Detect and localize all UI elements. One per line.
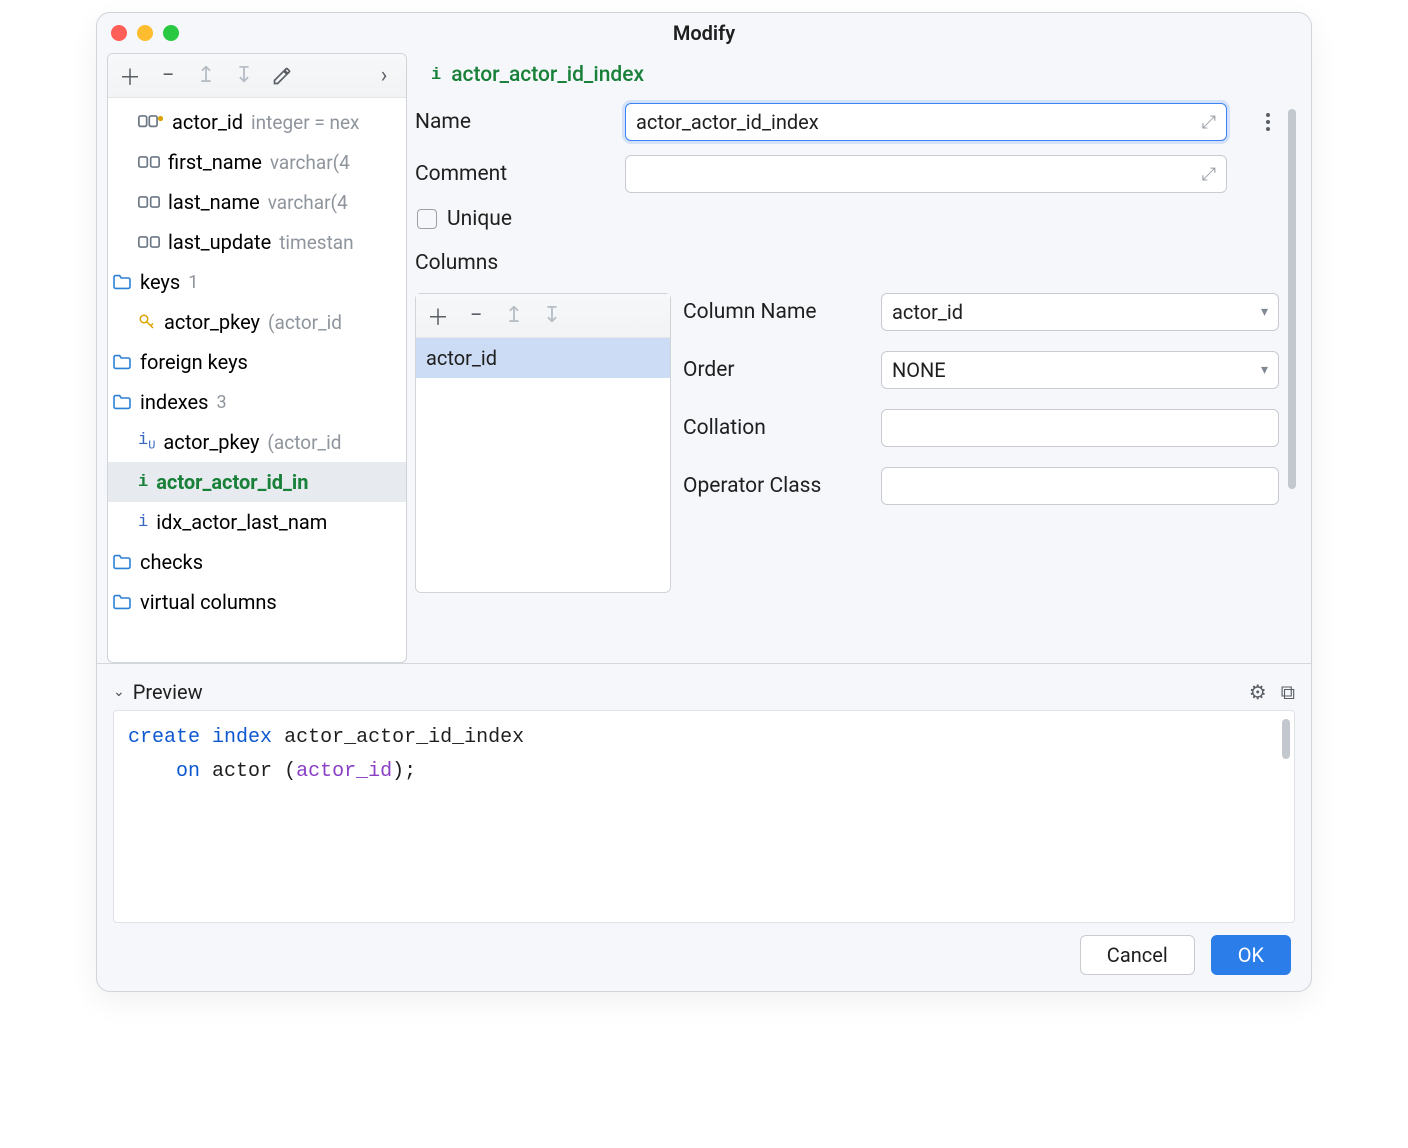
settings-icon[interactable]: ⚙ [1249,680,1267,704]
main-panel: i actor_actor_id_index Name actor_actor_… [415,53,1299,663]
minimize-window-button[interactable] [137,25,153,41]
preview-section: ⌄ Preview ⚙ ⧉ create index actor_actor_i… [97,663,1311,923]
expand-editor-icon[interactable]: ⤢ [1202,164,1216,185]
window-controls [111,25,179,41]
order-select[interactable]: NONE ▾ [881,351,1279,389]
tree-item[interactable]: actor_id integer = nex [108,102,406,142]
preview-title: Preview [133,680,203,704]
tree-folder[interactable]: virtual columns [108,582,406,622]
collation-input[interactable] [881,409,1279,447]
column-name-label: Column Name [683,300,871,324]
expand-node-button[interactable]: › [370,62,398,90]
comment-label: Comment [415,162,611,186]
opclass-label: Operator Class [683,474,871,498]
refactor-rename-icon[interactable]: ⤢ [1202,112,1216,133]
name-input[interactable]: actor_actor_id_index ⤢ [625,103,1227,141]
column-list-item[interactable]: actor_id [416,338,670,378]
tree-item[interactable]: iUactor_pkey (actor_id [108,422,406,462]
tree-folder[interactable]: keys 1 [108,262,406,302]
window-title: Modify [673,21,735,45]
modify-dialog: Modify ＋ − ↥ ↧ › actor_id integer = nexf… [96,12,1312,992]
sidebar-toolbar: ＋ − ↥ ↧ › [108,54,406,98]
columns-remove-button[interactable]: − [462,302,490,330]
tree-item[interactable]: first_name varchar(4 [108,142,406,182]
collation-label: Collation [683,416,871,440]
edit-item-button[interactable] [268,62,296,90]
move-down-button[interactable]: ↧ [230,62,258,90]
structure-tree[interactable]: actor_id integer = nexfirst_name varchar… [108,98,406,662]
breadcrumb: i actor_actor_id_index [415,53,1299,97]
close-window-button[interactable] [111,25,127,41]
column-details: Column Name actor_id ▾ Order NONE ▾ [683,293,1279,593]
columns-panel: ＋ − ↥ ↧ actor_id [415,293,671,593]
unique-checkbox[interactable] [417,209,437,229]
titlebar: Modify [97,13,1311,53]
tree-item[interactable]: actor_pkey (actor_id [108,302,406,342]
order-label: Order [683,358,871,382]
chevron-down-icon: ▾ [1261,362,1268,378]
add-item-button[interactable]: ＋ [116,62,144,90]
tree-item[interactable]: last_name varchar(4 [108,182,406,222]
main-scrollbar[interactable] [1288,109,1296,489]
unique-label: Unique [447,207,512,231]
breadcrumb-name: actor_actor_id_index [451,63,644,87]
move-up-button[interactable]: ↥ [192,62,220,90]
open-editor-icon[interactable]: ⧉ [1281,680,1295,704]
code-scrollbar[interactable] [1282,719,1290,759]
columns-toolbar: ＋ − ↥ ↧ [416,294,670,338]
more-options-button[interactable] [1257,111,1279,133]
tree-folder[interactable]: indexes 3 [108,382,406,422]
zoom-window-button[interactable] [163,25,179,41]
tree-item[interactable]: last_update timestan [108,222,406,262]
ok-button[interactable]: OK [1211,935,1291,975]
tree-folder[interactable]: foreign keys [108,342,406,382]
remove-item-button[interactable]: − [154,62,182,90]
column-name-select[interactable]: actor_id ▾ [881,293,1279,331]
opclass-input[interactable] [881,467,1279,505]
dialog-buttons: Cancel OK [97,923,1311,991]
columns-section-title: Columns [415,251,1279,275]
columns-down-button[interactable]: ↧ [538,302,566,330]
index-icon: i [431,66,441,85]
columns-up-button[interactable]: ↥ [500,302,528,330]
sql-preview: create index actor_actor_id_index on act… [113,710,1295,923]
columns-list[interactable]: actor_id [416,338,670,592]
name-label: Name [415,110,611,134]
collapse-preview-button[interactable]: ⌄ [113,684,125,700]
tree-item[interactable]: iactor_actor_id_in [108,462,406,502]
structure-sidebar: ＋ − ↥ ↧ › actor_id integer = nexfirst_na… [107,53,407,663]
comment-input[interactable]: ⤢ [625,155,1227,193]
tree-folder[interactable]: checks [108,542,406,582]
columns-add-button[interactable]: ＋ [424,302,452,330]
cancel-button[interactable]: Cancel [1080,935,1195,975]
tree-item[interactable]: iidx_actor_last_nam [108,502,406,542]
chevron-down-icon: ▾ [1261,304,1268,320]
